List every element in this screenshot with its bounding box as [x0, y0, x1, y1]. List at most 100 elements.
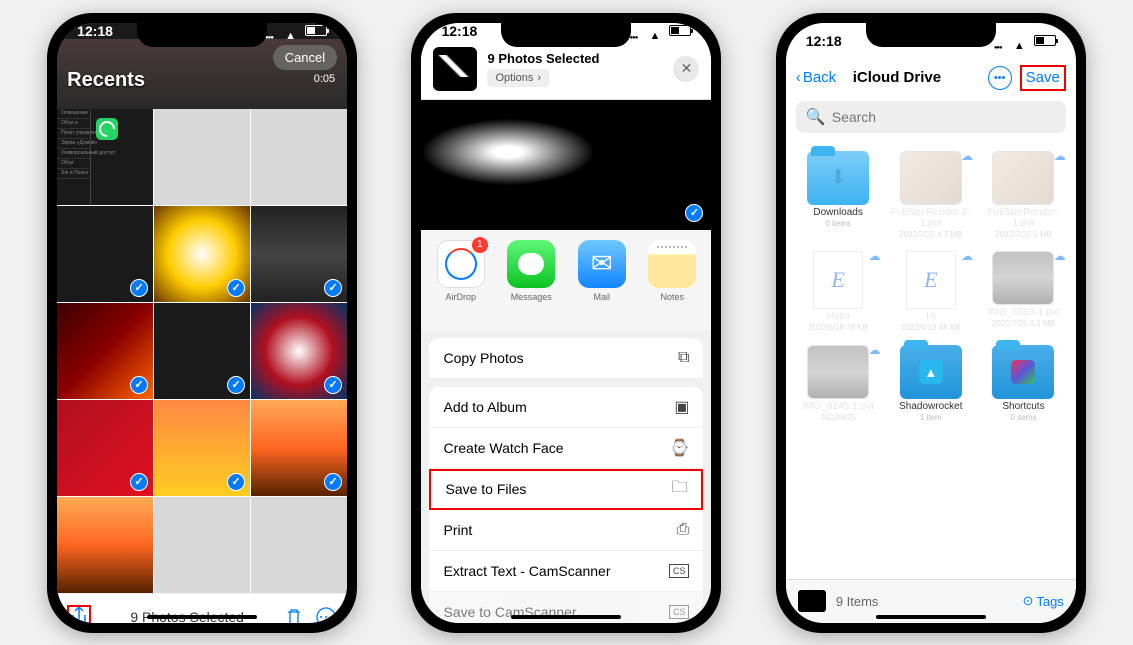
grid-cell[interactable] — [154, 109, 250, 205]
actions-list: Copy Photos⧉ Add to Album▣ Create Watch … — [421, 330, 711, 623]
nav-bar: ‹Back iCloud Drive ••• Save — [786, 59, 1076, 97]
trash-button[interactable] — [283, 606, 305, 623]
check-icon — [130, 279, 148, 297]
cancel-button[interactable]: Cancel — [273, 45, 337, 70]
grid-cell[interactable] — [154, 400, 250, 496]
image-thumb — [807, 345, 869, 399]
cloud-icon: ☁ — [961, 249, 973, 263]
airdrop-icon: 1 — [437, 240, 485, 288]
notch — [501, 23, 631, 47]
action-print[interactable]: Print⎙ — [429, 510, 703, 551]
grid-cell[interactable] — [57, 303, 153, 399]
nav-title: iCloud Drive — [814, 69, 979, 86]
check-icon — [130, 473, 148, 491]
search-icon: 🔍 — [806, 107, 826, 127]
share-button[interactable] — [67, 605, 91, 623]
folder-icon: ⬇ — [807, 151, 869, 205]
action-save-to-files[interactable]: Save to Files🗀 — [429, 469, 703, 510]
photo-grid: Освещение Обои и Пункт управления Экран … — [57, 109, 347, 593]
wifi-icon — [1014, 36, 1030, 46]
messages-icon — [507, 240, 555, 288]
grid-cell[interactable] — [251, 497, 347, 593]
phone-1: 12:18 Recents Cancel 0:05 Освещение Обои… — [47, 13, 357, 633]
file-item[interactable]: Shortcuts 0 items — [979, 345, 1068, 423]
more-button[interactable] — [315, 606, 337, 623]
check-icon — [227, 279, 245, 297]
grid-cell[interactable] — [251, 400, 347, 496]
recents-heading: Recents — [67, 69, 145, 92]
check-icon — [685, 204, 703, 222]
grid-cell[interactable] — [251, 109, 347, 205]
status-time: 12:18 — [441, 23, 477, 39]
battery-icon — [1034, 35, 1056, 46]
action-extract-text[interactable]: Extract Text - CamScannerCS — [429, 551, 703, 592]
video-duration: 0:05 — [314, 73, 335, 85]
grid-cell[interactable] — [251, 303, 347, 399]
folder-icon — [992, 345, 1054, 399]
options-button[interactable]: Options› — [487, 69, 549, 87]
image-thumb — [992, 251, 1054, 305]
doc-icon: E — [813, 251, 863, 309]
file-item[interactable]: ☁ E Hello 2022/6/18 78 KB — [794, 251, 883, 333]
search-input[interactable] — [832, 109, 1056, 125]
grid-cell[interactable] — [251, 206, 347, 302]
preview-thumb — [433, 47, 477, 91]
chevron-right-icon: › — [537, 72, 541, 84]
signal-icon — [629, 26, 645, 36]
file-item[interactable]: ▲ Shadowrocket 1 item — [886, 345, 975, 423]
tags-button[interactable]: ⊙Tags — [1022, 593, 1063, 609]
whatsapp-icon — [96, 118, 118, 140]
files-grid: ⬇ Downloads 0 items ☁ FullSizeRender 2-1… — [786, 137, 1076, 579]
file-item[interactable]: ☁ FullSizeRender-1.pvt 2022/7/25 5 MB — [979, 151, 1068, 240]
check-icon — [227, 473, 245, 491]
grid-cell[interactable]: Освещение Обои и Пункт управления Экран … — [57, 109, 153, 205]
cs-icon: CS — [669, 605, 690, 619]
notch — [866, 23, 996, 47]
image-thumb — [900, 151, 962, 205]
close-button[interactable]: ✕ — [673, 56, 699, 82]
image-thumb — [992, 151, 1054, 205]
folder-icon: ▲ — [900, 345, 962, 399]
app-messages[interactable]: Messages — [498, 240, 565, 320]
app-mail[interactable]: Mail — [568, 240, 635, 320]
grid-cell[interactable] — [154, 206, 250, 302]
mail-icon — [578, 240, 626, 288]
status-time: 12:18 — [806, 33, 842, 49]
cloud-icon: ☁ — [1054, 249, 1066, 263]
print-icon: ⎙ — [677, 521, 690, 539]
home-indicator[interactable] — [147, 615, 257, 619]
cs-icon: CS — [669, 564, 690, 578]
preview-area[interactable] — [421, 100, 711, 230]
grid-cell[interactable] — [154, 497, 250, 593]
item-count: 9 Items — [836, 594, 1013, 609]
save-button[interactable]: Save — [1020, 65, 1066, 91]
action-create-watch-face[interactable]: Create Watch Face⌚ — [429, 428, 703, 469]
wifi-icon — [649, 26, 665, 36]
file-item[interactable]: ⬇ Downloads 0 items — [794, 151, 883, 240]
grid-cell[interactable] — [57, 400, 153, 496]
search-field[interactable]: 🔍 — [796, 101, 1066, 133]
doc-icon: E — [906, 251, 956, 309]
battery-icon — [305, 25, 327, 36]
file-item[interactable]: ☁ E Hi 2022/6/18 46 KB — [886, 251, 975, 333]
file-item[interactable]: ☁ FullSizeRender 2-1.pvt 2022/7/25 4.7 M… — [886, 151, 975, 240]
notes-icon — [648, 240, 696, 288]
grid-cell[interactable] — [154, 303, 250, 399]
cloud-icon: ☁ — [868, 343, 880, 357]
app-airdrop[interactable]: 1 AirDrop — [427, 240, 494, 320]
phone-3: 12:18 ‹Back iCloud Drive ••• Save 🔍 ⬇ — [776, 13, 1086, 633]
battery-icon — [669, 25, 691, 36]
grid-cell[interactable] — [57, 497, 153, 593]
watch-icon: ⌚ — [670, 438, 690, 458]
file-item[interactable]: ☁ IMG_6563-1.pvt 2022/7/25 6.1 MB — [979, 251, 1068, 333]
app-notes[interactable]: Notes — [639, 240, 706, 320]
action-add-to-album[interactable]: Add to Album▣ — [429, 387, 703, 428]
action-copy-photos[interactable]: Copy Photos⧉ — [429, 338, 703, 379]
bottom-thumb — [798, 590, 826, 612]
home-indicator[interactable] — [511, 615, 621, 619]
home-indicator[interactable] — [876, 615, 986, 619]
more-button[interactable]: ••• — [988, 66, 1012, 90]
grid-cell[interactable] — [57, 206, 153, 302]
file-item[interactable]: ☁ IMG_9245-1.pvt 2022/8/25 — [794, 345, 883, 423]
wifi-icon — [285, 26, 301, 36]
